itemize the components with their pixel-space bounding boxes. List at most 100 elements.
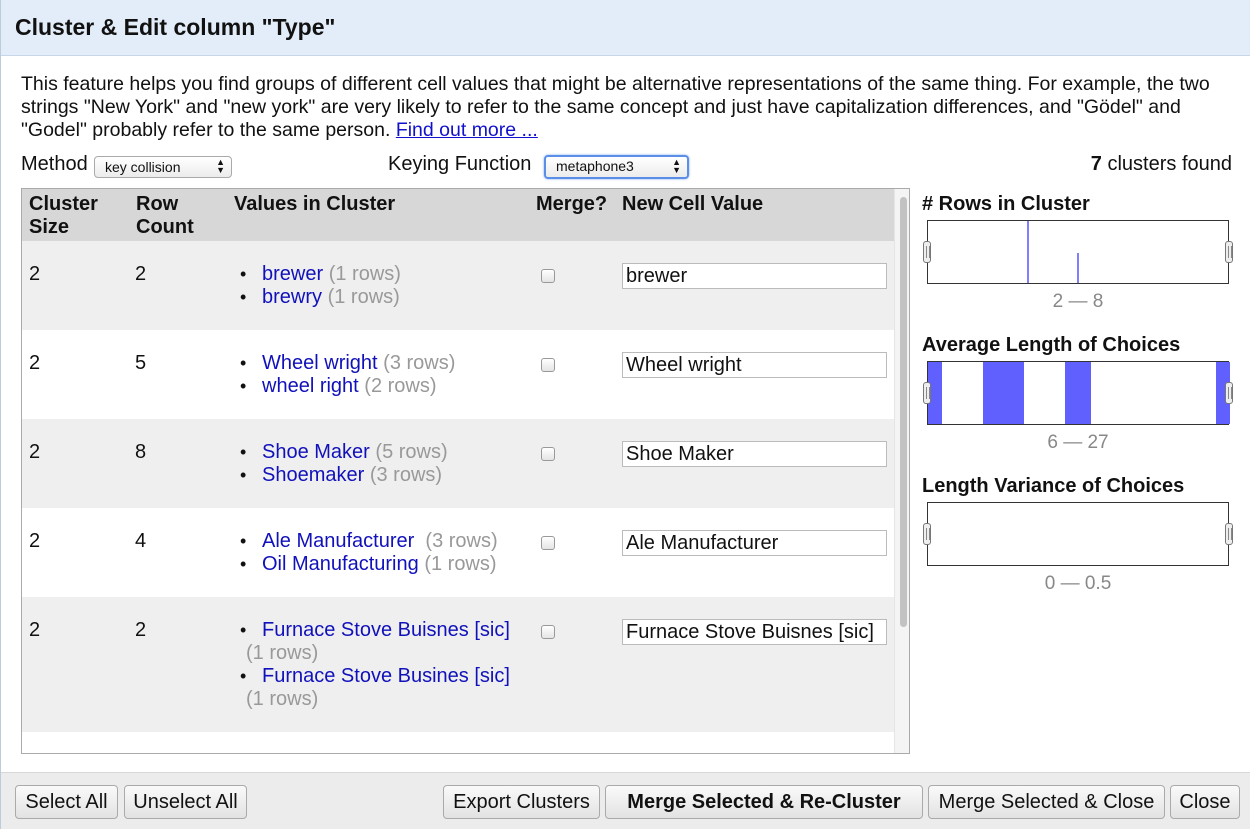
method-select-value: key collision [105, 159, 181, 175]
description-text: This feature helps you find groups of di… [21, 73, 1210, 141]
value-item: Shoemaker (3 rows) [234, 464, 524, 487]
value-link[interactable]: Oil Manufacturing [262, 553, 419, 575]
clusters-count: 7 [1090, 153, 1102, 175]
cluster-size: 2 [29, 619, 41, 641]
value-item: Furnace Stove Buisnes [sic](1 rows) [234, 619, 524, 665]
header-new-value: New Cell Value [622, 193, 764, 215]
facet-rows-histogram[interactable] [923, 220, 1233, 284]
cluster-size: 2 [29, 441, 41, 463]
table-row: 2 4 Ale Manufacturer (3 rows) Oil Manufa… [22, 508, 894, 597]
merge-checkbox[interactable] [541, 358, 555, 372]
value-rows: (1 rows) [328, 263, 401, 285]
value-link[interactable]: brewer [262, 263, 323, 285]
method-select[interactable]: key collision ▲ ▼ [94, 156, 232, 178]
cluster-size: 2 [29, 530, 41, 552]
value-rows: (3 rows) [425, 530, 498, 552]
values-list: Wheel wright (3 rows) wheel right (2 row… [234, 352, 524, 398]
cluster-edit-dialog: Cluster & Edit column "Type" This featur… [0, 0, 1250, 829]
value-rows: (1 rows) [327, 286, 400, 308]
facet-variance-title: Length Variance of Choices [922, 475, 1185, 497]
value-link[interactable]: Shoe Maker [262, 441, 370, 463]
value-rows: (2 rows) [364, 375, 437, 397]
row-count: 8 [135, 441, 147, 463]
scroll-thumb[interactable] [900, 197, 907, 627]
new-cell-value-input[interactable] [622, 352, 887, 378]
value-item: Shoe Maker (5 rows) [234, 441, 524, 464]
keying-function-select[interactable]: metaphone3 ▲ ▼ [544, 155, 689, 179]
slider-handle-left[interactable] [923, 241, 931, 263]
row-count: 4 [135, 530, 147, 552]
value-item: Furnace Stove Busines [sic](1 rows) [234, 665, 524, 711]
value-item: Oil Manufacturing (1 rows) [234, 553, 524, 576]
merge-checkbox[interactable] [541, 536, 555, 550]
value-link[interactable]: Furnace Stove Buisnes [sic] [262, 619, 510, 641]
table-row [22, 732, 894, 753]
unselect-all-button[interactable]: Unselect All [124, 785, 247, 819]
header-values[interactable]: Values in Cluster [234, 193, 395, 216]
keying-function-label: Keying Function [388, 153, 532, 175]
value-rows: (3 rows) [383, 352, 456, 374]
row-count: 5 [135, 352, 147, 374]
value-rows: (3 rows) [369, 464, 443, 486]
value-item: Ale Manufacturer (3 rows) [234, 530, 524, 553]
table-scrollbar[interactable] [894, 189, 909, 753]
close-button[interactable]: Close [1170, 785, 1240, 819]
histogram-bar [983, 362, 1024, 424]
value-rows: (1 rows) [424, 553, 497, 575]
header-cluster-size[interactable]: Cluster Size [29, 193, 119, 239]
table-row: 2 2 Furnace Stove Buisnes [sic](1 rows) … [22, 597, 894, 732]
method-label: Method [21, 153, 88, 175]
values-list: Ale Manufacturer (3 rows) Oil Manufactur… [234, 530, 524, 576]
merge-recluster-button[interactable]: Merge Selected & Re-Cluster [605, 785, 923, 819]
slider-handle-right[interactable] [1225, 523, 1233, 545]
keying-select-value: metaphone3 [556, 158, 634, 174]
value-link[interactable]: wheel right [262, 375, 359, 397]
value-rows: (1 rows) [246, 688, 319, 710]
new-cell-value-input[interactable] [622, 530, 887, 556]
histogram-bar [1077, 253, 1079, 283]
table-row: 2 8 Shoe Maker (5 rows) Shoemaker (3 row… [22, 419, 894, 508]
facet-variance-histogram[interactable] [923, 502, 1233, 566]
table-row: 2 2 brewer (1 rows) brewry (1 rows) [22, 241, 894, 330]
value-item: Wheel wright (3 rows) [234, 352, 524, 375]
value-item: brewer (1 rows) [234, 263, 524, 286]
value-link[interactable]: Ale Manufacturer [262, 530, 414, 552]
new-cell-value-input[interactable] [622, 441, 887, 467]
table-row: 2 5 Wheel wright (3 rows) wheel right (2… [22, 330, 894, 419]
facet-rows-title: # Rows in Cluster [922, 193, 1090, 215]
export-clusters-button[interactable]: Export Clusters [443, 785, 600, 819]
value-item: brewry (1 rows) [234, 286, 524, 309]
merge-checkbox[interactable] [541, 625, 555, 639]
header-merge: Merge? [536, 193, 608, 215]
slider-handle-right[interactable] [1225, 382, 1233, 404]
row-count: 2 [135, 263, 147, 285]
select-arrows-icon: ▲ ▼ [672, 157, 681, 175]
select-all-button[interactable]: Select All [15, 785, 118, 819]
facet-avg-length-range: 6 — 27 [1047, 432, 1109, 453]
table-header: Cluster Size Row Count Values in Cluster… [22, 189, 894, 241]
facet-avg-length-title: Average Length of Choices [922, 334, 1181, 356]
facet-variance-range: 0 — 0.5 [1044, 573, 1112, 594]
values-list: Furnace Stove Buisnes [sic](1 rows) Furn… [234, 619, 524, 711]
cluster-size: 2 [29, 352, 41, 374]
header-row-count[interactable]: Row Count [136, 193, 206, 239]
merge-close-button[interactable]: Merge Selected & Close [928, 785, 1165, 819]
value-link[interactable]: Wheel wright [262, 352, 378, 374]
value-link[interactable]: brewry [262, 286, 322, 308]
values-list: brewer (1 rows) brewry (1 rows) [234, 263, 524, 309]
merge-checkbox[interactable] [541, 447, 555, 461]
select-arrows-icon: ▲ ▼ [216, 157, 225, 175]
clusters-found-text: clusters found [1107, 153, 1232, 175]
new-cell-value-input[interactable] [622, 263, 887, 289]
value-link[interactable]: Furnace Stove Busines [sic] [262, 665, 510, 687]
slider-handle-left[interactable] [923, 382, 931, 404]
slider-handle-left[interactable] [923, 523, 931, 545]
merge-checkbox[interactable] [541, 269, 555, 283]
value-link[interactable]: Shoemaker [262, 464, 364, 486]
facet-avg-length-histogram[interactable] [923, 361, 1233, 425]
new-cell-value-input[interactable] [622, 619, 887, 645]
dialog-title: Cluster & Edit column "Type" [1, 0, 1250, 56]
slider-handle-right[interactable] [1225, 241, 1233, 263]
histogram-bar [1065, 362, 1091, 424]
find-out-more-link[interactable]: Find out more ... [396, 119, 538, 141]
